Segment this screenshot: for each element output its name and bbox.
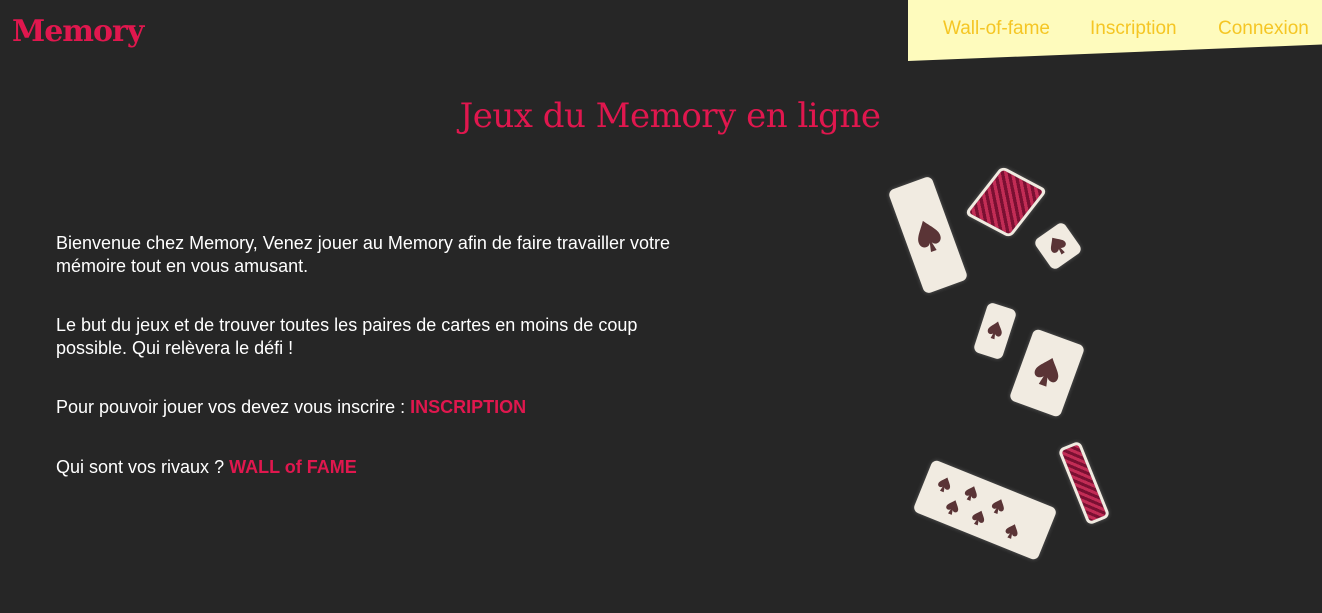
signup-link[interactable]: INSCRIPTION xyxy=(410,397,526,417)
spade-icon xyxy=(1050,237,1066,255)
spade-icon xyxy=(918,220,941,253)
signup-text: Pour pouvoir jouer vos devez vous inscri… xyxy=(56,397,411,417)
card-ace-spade xyxy=(887,175,969,295)
navbar: Wall-of-fame Inscription Connexion xyxy=(908,0,1322,61)
card-back-top xyxy=(964,165,1048,239)
intro-content: Bienvenue chez Memory, Venez jouer au Me… xyxy=(56,232,676,515)
card-eight-spade xyxy=(912,458,1058,562)
wall-of-fame-link[interactable]: WALL of FAME xyxy=(229,457,357,477)
goal-paragraph: Le but du jeux et de trouver toutes les … xyxy=(56,315,638,358)
card-small-club xyxy=(1032,220,1084,272)
nav-wall-of-fame[interactable]: Wall-of-fame xyxy=(943,18,1050,40)
rivals-paragraph: Qui sont vos rivaux ? WALL of FAME xyxy=(56,456,676,479)
spade-icon xyxy=(987,321,1002,340)
spade-icon xyxy=(1034,357,1059,387)
nav-inscription[interactable]: Inscription xyxy=(1090,18,1177,40)
card-ace-spade-medium xyxy=(1008,328,1086,418)
spade-icon xyxy=(938,477,1018,539)
flying-cards-illustration xyxy=(880,160,1120,562)
nav-connexion[interactable]: Connexion xyxy=(1218,18,1309,40)
rivals-text: Qui sont vos rivaux ? xyxy=(56,457,230,477)
site-logo[interactable]: Memory xyxy=(12,14,144,49)
page-title: Jeux du Memory en ligne xyxy=(459,96,881,136)
intro-paragraph: Bienvenue chez Memory, Venez jouer au Me… xyxy=(56,233,670,276)
card-back-bottom xyxy=(1057,440,1111,526)
card-small-spade xyxy=(972,301,1018,361)
signup-paragraph: Pour pouvoir jouer vos devez vous inscri… xyxy=(56,396,676,419)
